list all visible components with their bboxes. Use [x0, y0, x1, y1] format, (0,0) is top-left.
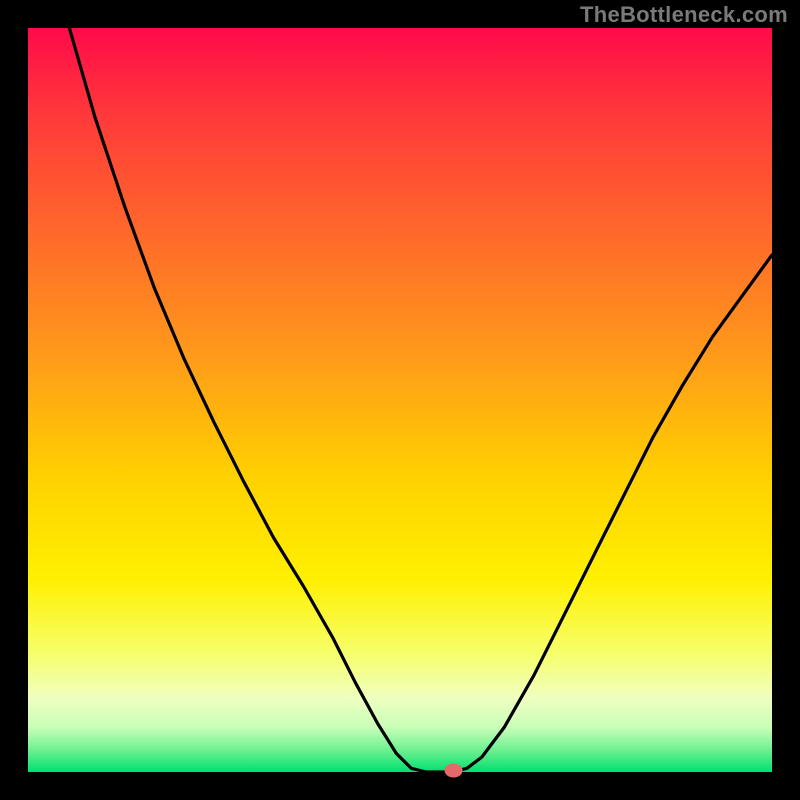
chart-container: { "watermark": "TheBottleneck.com", "col…: [0, 0, 800, 800]
gradient-background: [28, 28, 772, 772]
optimal-marker: [445, 764, 463, 778]
bottleneck-chart: [0, 0, 800, 800]
